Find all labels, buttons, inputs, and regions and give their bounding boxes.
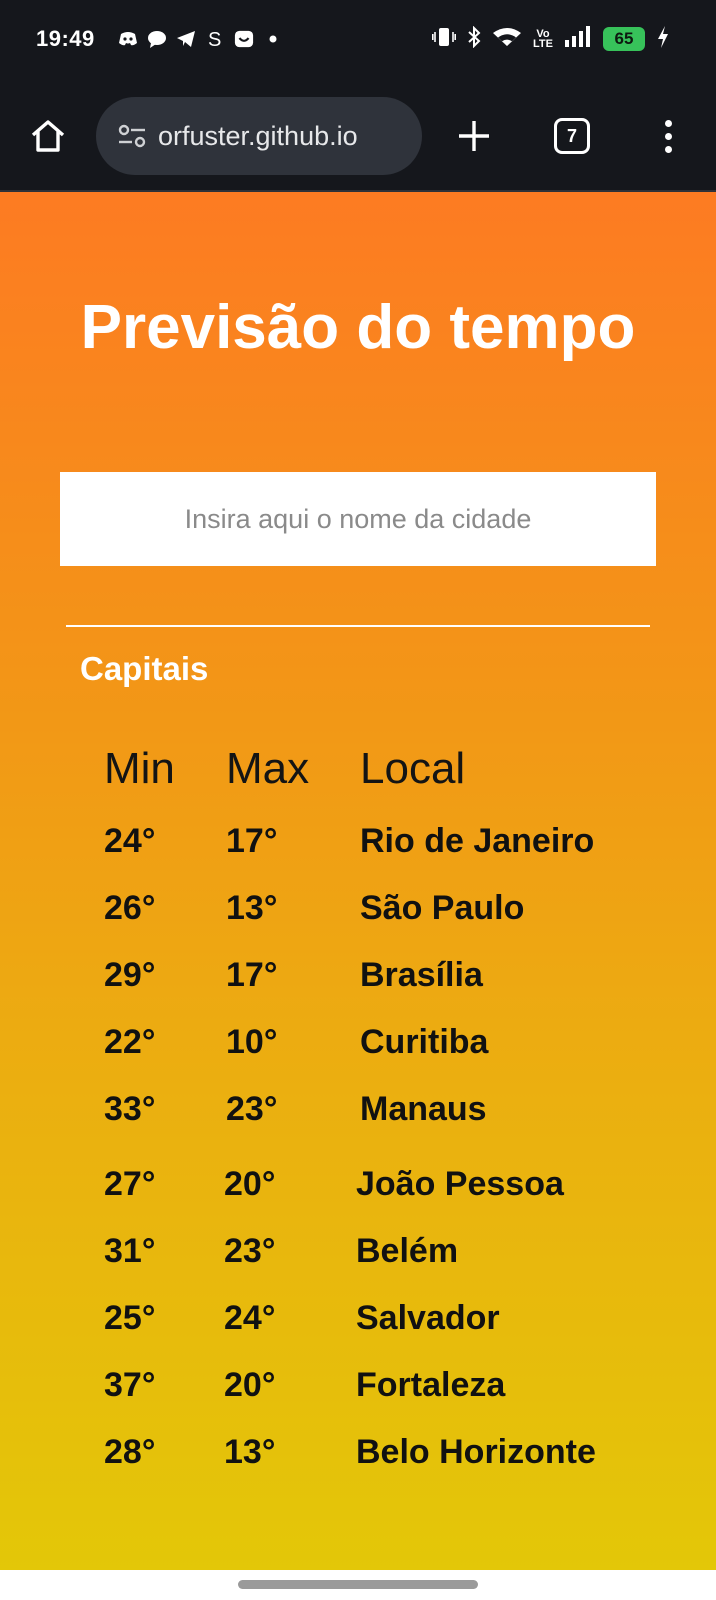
cell-local: Fortaleza [356,1366,506,1404]
volte-icon: Vo LTE [533,28,553,50]
section-title: Capitais [80,650,209,687]
cell-local: João Pessoa [356,1165,564,1203]
table-row: 29° 17° Brasília [0,956,716,1000]
status-bar: 19:49 S Vo LTE 65 [0,0,716,84]
table-row: 24° 17° Rio de Janeiro [0,822,716,866]
url-text[interactable]: orfuster.github.io [158,121,402,152]
cell-min: 31° [104,1232,156,1270]
header-min: Min [104,744,175,793]
gesture-nav-area [0,1570,716,1600]
notification-icons: S [118,27,283,51]
cell-local: Belo Horizonte [356,1433,596,1471]
cell-local: São Paulo [360,889,525,927]
home-button[interactable] [26,114,70,158]
cell-max: 10° [226,1023,278,1061]
cell-min: 29° [104,956,156,994]
tab-switcher-button[interactable]: 7 [554,118,590,154]
browser-toolbar: orfuster.github.io 7 [0,84,716,192]
table-row: 25° 24° Salvador [0,1299,716,1343]
cell-max: 23° [226,1090,278,1128]
cell-max: 17° [226,956,278,994]
city-search-input[interactable] [60,472,656,566]
discord-icon [118,29,138,49]
cell-local: Rio de Janeiro [360,822,595,860]
cell-local: Salvador [356,1299,500,1337]
weather-page: Previsão do tempo Capitais Min Max Local… [0,192,716,1570]
cell-max: 24° [224,1299,276,1337]
cell-local: Manaus [360,1090,487,1128]
messenger-icon [234,29,254,49]
cell-min: 26° [104,889,156,927]
cell-max: 13° [224,1433,276,1471]
cell-min: 22° [104,1023,156,1061]
cell-local: Belém [356,1232,459,1270]
table-row: 28° 13° Belo Horizonte [0,1433,716,1477]
menu-dot [664,119,672,127]
signal-icon [564,25,592,53]
charging-icon [656,25,670,54]
site-settings-icon[interactable] [116,120,148,152]
status-time: 19:49 [36,26,95,51]
cell-max: 20° [224,1165,276,1203]
home-gesture-bar[interactable] [238,1580,478,1589]
page-title: Previsão do tempo [80,293,636,362]
svg-text:S: S [208,29,221,49]
address-bar[interactable]: orfuster.github.io [96,97,422,175]
table-row: 22° 10° Curitiba [0,1023,716,1067]
cell-min: 37° [104,1366,156,1404]
cell-max: 23° [224,1232,276,1270]
cell-min: 28° [104,1433,156,1471]
header-max: Max [226,744,310,793]
menu-dot [664,132,672,140]
table-row: 31° 23° Belém [0,1232,716,1276]
divider [66,625,650,627]
system-icons: Vo LTE 65 [432,24,670,54]
cell-min: 27° [104,1165,156,1203]
new-tab-icon [459,121,489,151]
cell-min: 24° [104,822,156,860]
header-local: Local [360,744,466,793]
home-icon [31,120,65,152]
cell-min: 33° [104,1090,156,1128]
skype-icon: S [205,29,225,49]
table-row: 33° 23° Manaus [0,1090,716,1134]
chat-bubble-icon [147,29,167,49]
table-row: 37° 20° Fortaleza [0,1366,716,1410]
vibrate-icon [432,26,457,53]
bluetooth-icon [467,25,481,53]
new-tab-button[interactable] [452,114,496,158]
cell-max: 17° [226,822,278,860]
cell-local: Brasília [360,956,483,994]
table-row: 26° 13° São Paulo [0,889,716,933]
table-row: 27° 20° João Pessoa [0,1165,716,1209]
battery-icon: 65 [603,27,645,51]
telegram-icon [176,29,196,49]
dot-icon [263,29,283,49]
cell-max: 20° [224,1366,276,1404]
cell-local: Curitiba [360,1023,489,1061]
more-menu-button[interactable] [650,114,686,158]
cell-max: 13° [226,889,278,927]
cell-min: 25° [104,1299,156,1337]
menu-dot [664,145,672,153]
table-header: Min Max Local [0,744,716,794]
wifi-icon [492,26,522,53]
